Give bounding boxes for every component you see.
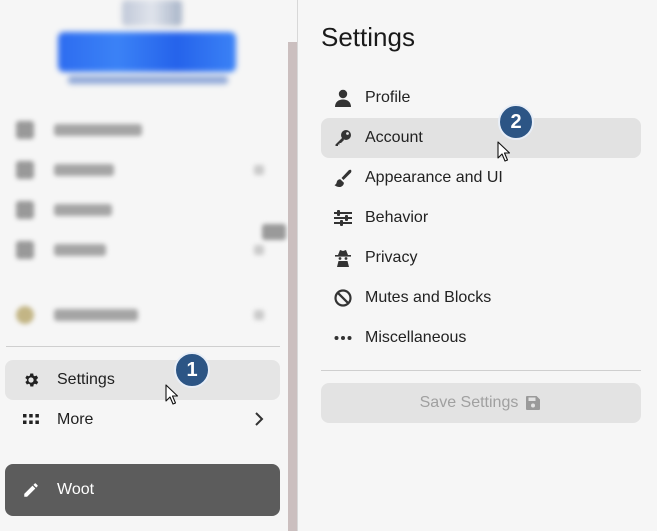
- sidebar-item-settings[interactable]: Settings: [5, 360, 280, 400]
- settings-item-label: Mutes and Blocks: [365, 289, 492, 306]
- sidebar-divider: [6, 346, 280, 347]
- step-badge-2: 2: [498, 104, 534, 140]
- blurred-label: [54, 309, 138, 321]
- settings-item-label: Account: [365, 129, 423, 146]
- page-title: Settings: [321, 22, 415, 52]
- sidebar-item-more[interactable]: More: [5, 400, 280, 440]
- brush-icon: [333, 168, 353, 188]
- search-icon: [16, 201, 34, 219]
- save-settings-button[interactable]: Save Settings: [321, 383, 641, 423]
- settings-item-privacy[interactable]: Privacy: [321, 238, 641, 278]
- blurred-label: [54, 244, 106, 256]
- logo-art: [122, 0, 182, 26]
- woot-label: Woot: [57, 481, 95, 498]
- blurred-label: [54, 164, 114, 176]
- sidebar-item-blurred[interactable]: [16, 196, 112, 224]
- settings-item-miscellaneous[interactable]: Miscellaneous: [321, 318, 641, 358]
- settings-item-account[interactable]: Account: [321, 118, 641, 158]
- settings-item-profile[interactable]: Profile: [321, 78, 641, 118]
- settings-item-label: Behavior: [365, 209, 429, 226]
- chevron-right-icon: [254, 412, 264, 431]
- blurred-widget: [262, 224, 286, 240]
- settings-item-appearance[interactable]: Appearance and UI: [321, 158, 641, 198]
- sidebar-scrollbar[interactable]: [288, 42, 297, 531]
- sidebar-item-label: Settings: [57, 371, 115, 388]
- mouse-cursor-icon: [497, 141, 511, 162]
- home-icon: [16, 121, 34, 139]
- person-icon: [333, 88, 353, 108]
- chevron-icon: [254, 245, 264, 255]
- sidebar-item-label: More: [57, 411, 94, 428]
- chevron-icon: [254, 165, 264, 175]
- explore-icon: [16, 161, 34, 179]
- grid-icon: [21, 410, 41, 430]
- logo-wordmark: [58, 32, 236, 72]
- sidebar-item-blurred[interactable]: [16, 156, 266, 184]
- pencil-icon: [21, 480, 41, 500]
- settings-item-label: Appearance and UI: [365, 169, 503, 186]
- sidebar-item-blurred[interactable]: [16, 236, 266, 264]
- woot-button[interactable]: Woot: [5, 464, 280, 516]
- key-icon: [333, 128, 353, 148]
- sidebar-item-profile-blurred[interactable]: [16, 301, 266, 329]
- settings-item-label: Privacy: [365, 249, 418, 266]
- blurred-label: [54, 124, 142, 136]
- blurred-label: [54, 204, 112, 216]
- sliders-icon: [333, 208, 353, 228]
- chevron-icon: [254, 310, 264, 320]
- settings-item-behavior[interactable]: Behavior: [321, 198, 641, 238]
- box-icon: [16, 241, 34, 259]
- mouse-cursor-icon: [165, 384, 179, 405]
- sidebar: Settings More Woot: [0, 0, 288, 531]
- app-logo[interactable]: [52, 0, 242, 92]
- avatar: [16, 306, 34, 324]
- gear-icon: [21, 370, 41, 390]
- settings-item-label: Profile: [365, 89, 411, 106]
- logo-tagline: [68, 76, 228, 84]
- settings-item-mutes-blocks[interactable]: Mutes and Blocks: [321, 278, 641, 318]
- settings-divider: [321, 370, 641, 371]
- sidebar-item-blurred[interactable]: [16, 116, 142, 144]
- save-settings-label: Save Settings: [419, 394, 519, 411]
- step-badge-1: 1: [174, 352, 210, 388]
- floppy-disk-icon: [526, 395, 542, 411]
- panel-divider: [297, 0, 298, 531]
- ellipsis-icon: [333, 328, 353, 348]
- settings-item-label: Miscellaneous: [365, 329, 467, 346]
- ban-icon: [333, 288, 353, 308]
- spy-icon: [333, 248, 353, 268]
